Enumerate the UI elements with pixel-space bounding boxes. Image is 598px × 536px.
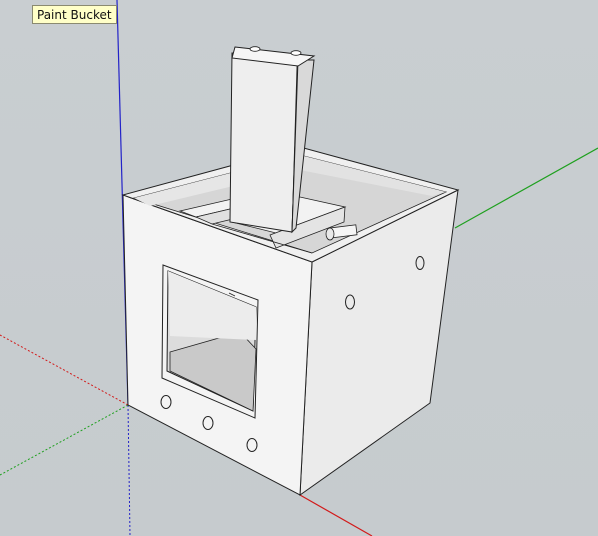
- modeling-viewport[interactable]: Paint Bucket: [0, 0, 598, 536]
- paint-bucket-tooltip: Paint Bucket: [32, 5, 117, 24]
- front-hole-2: [202, 416, 214, 430]
- green-axis-negative: [0, 404, 129, 476]
- front-hole-1: [160, 395, 172, 409]
- red-axis-positive: [299, 494, 373, 536]
- side-hole-2: [415, 256, 425, 270]
- red-axis-negative: [0, 334, 129, 406]
- blue-axis-negative: [127, 404, 131, 536]
- green-axis-positive: [454, 147, 598, 229]
- arm-hole-1: [249, 46, 261, 52]
- pin-end: [325, 227, 335, 241]
- front-hole-3: [246, 438, 258, 452]
- side-hole-1: [345, 294, 355, 310]
- 3d-scene[interactable]: [0, 0, 598, 536]
- arm-hole-2: [290, 50, 302, 56]
- arm-front-face[interactable]: [229, 52, 299, 233]
